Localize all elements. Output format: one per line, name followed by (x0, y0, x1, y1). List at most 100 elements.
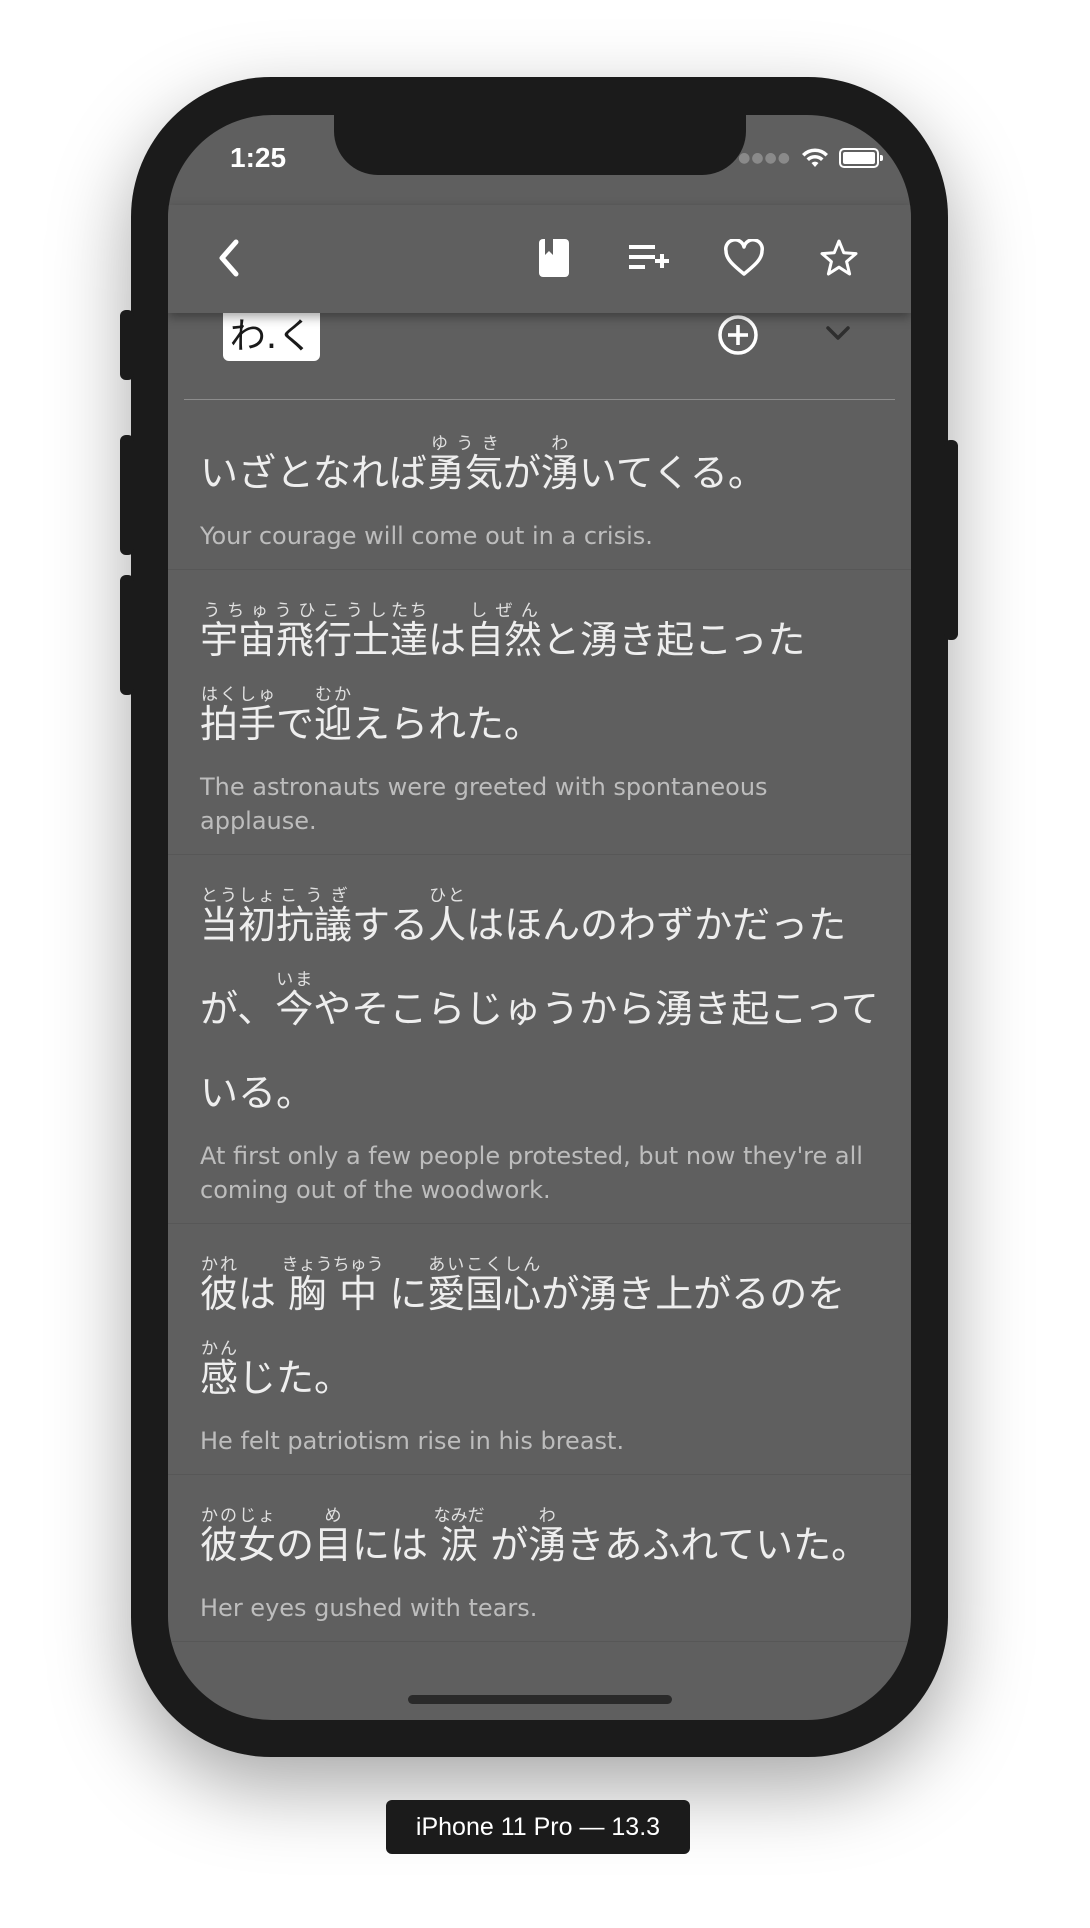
furigana-reading: きょうちゅう (281, 1255, 384, 1275)
furigana-word: 当初とうしょ (200, 886, 277, 947)
japanese-text: いてくる。 (578, 451, 766, 495)
chevron-down-icon[interactable] (822, 317, 854, 349)
japanese-text: する (352, 903, 429, 947)
furigana-word: 愛国心あいこくしん (427, 1255, 542, 1316)
volume-down-button (120, 575, 134, 695)
furigana-reading: うちゅうひこうし (200, 601, 391, 621)
furigana-word: 彼かれ (200, 1255, 239, 1316)
japanese-text: が (502, 451, 541, 495)
book-icon (539, 239, 569, 277)
furigana-reading: しぜん (466, 601, 543, 621)
japanese-sentence: 彼女かのじょの目めには 涙なみだ が湧わきあふれていた。 (200, 1503, 879, 1587)
japanese-text: に (377, 1272, 428, 1316)
entry-header: わ.く (168, 305, 911, 403)
divider (184, 399, 895, 400)
furigana-word: 彼女かのじょ (200, 1506, 277, 1567)
furigana-word: 涙なみだ (433, 1506, 485, 1567)
furigana-word: 拍手はくしゅ (200, 685, 277, 746)
sentence-item[interactable]: いざとなれば勇気ゆうきが湧わいてくる。 Your courage will com… (168, 403, 911, 570)
furigana-reading: ゆうき (426, 434, 503, 454)
japanese-text: えられた。 (352, 702, 543, 746)
sentence-item[interactable]: 宇宙飛行士うちゅうひこうし達たちは自然しぜんと湧き起こった拍手はくしゅで迎むかえ… (168, 570, 911, 855)
japanese-text: き (566, 1523, 605, 1567)
furigana-reading: いま (275, 970, 314, 990)
furigana-reading: むか (314, 685, 353, 705)
japanese-text: には (352, 1523, 441, 1567)
english-translation: The astronauts were greeted with spontan… (200, 773, 768, 835)
chevron-left-icon (219, 239, 239, 277)
furigana-word: 感かん (200, 1339, 239, 1400)
furigana-word: 勇気ゆうき (426, 434, 503, 495)
japanese-text: あふれていた。 (604, 1523, 870, 1567)
furigana-reading: わ (528, 1506, 567, 1526)
japanese-text: が湧き上がるのを (541, 1272, 846, 1316)
japanese-text: の (276, 1523, 315, 1567)
notch (334, 115, 746, 175)
power-button (944, 440, 958, 640)
furigana-reading: かん (200, 1339, 239, 1359)
furigana-word: 抗議こうぎ (276, 886, 353, 947)
furigana-reading: かれ (200, 1255, 239, 1275)
sentence-item[interactable]: 彼かれは 胸中きょうちゅう に愛国心あいこくしんが湧き上がるのを感かんじた。 He… (168, 1224, 911, 1475)
app-bar (168, 205, 911, 313)
english-translation: Her eyes gushed with tears. (200, 1594, 538, 1622)
furigana-word: 湧わ (528, 1506, 567, 1567)
furigana-reading: わ (540, 434, 579, 454)
add-circle-icon[interactable] (716, 313, 760, 357)
status-time: 1:25 (230, 142, 287, 173)
cellular-signal-icon: ●●●● (738, 150, 791, 166)
wifi-icon (802, 148, 828, 167)
furigana-reading: なみだ (433, 1506, 485, 1526)
sentence-list[interactable]: わ.く いざとなれば勇気ゆうきが湧わいてくる。 Your courage will… (168, 305, 911, 1642)
reading-chip[interactable]: わ.く (223, 305, 320, 361)
furigana-word: 迎むか (314, 685, 353, 746)
japanese-sentence: 宇宙飛行士うちゅうひこうし達たちは自然しぜんと湧き起こった拍手はくしゅで迎むかえ… (200, 598, 879, 766)
book-button[interactable] (531, 235, 577, 281)
home-indicator (408, 1695, 672, 1704)
status-icons: ●●●● (738, 147, 883, 169)
device-label: iPhone 11 Pro — 13.3 (386, 1800, 690, 1854)
japanese-text: が (478, 1523, 529, 1567)
furigana-reading: ひと (428, 886, 467, 906)
furigana-word: 湧わ (540, 434, 579, 495)
furigana-reading: たち (390, 601, 429, 621)
star-icon (820, 239, 858, 276)
english-translation: At first only a few people protested, bu… (200, 1142, 863, 1204)
volume-up-button (120, 435, 134, 555)
back-button[interactable] (206, 235, 252, 281)
furigana-word: 胸中きょうちゅう (281, 1255, 384, 1316)
japanese-text: は (238, 1272, 289, 1316)
add-to-list-button[interactable] (626, 235, 672, 281)
english-translation: Your courage will come out in a crisis. (200, 522, 653, 550)
furigana-reading: こうぎ (276, 886, 353, 906)
furigana-reading: あいこくしん (427, 1255, 542, 1275)
japanese-text: と湧き起こった (542, 618, 806, 662)
japanese-text: は (428, 618, 467, 662)
furigana-word: 達たち (390, 601, 429, 662)
sentence-item[interactable]: 彼女かのじょの目めには 涙なみだ が湧わきあふれていた。 Her eyes gus… (168, 1475, 911, 1642)
heart-icon (724, 239, 764, 276)
playlist-add-icon (629, 245, 669, 269)
furigana-reading: はくしゅ (200, 685, 277, 705)
furigana-reading: め (314, 1506, 353, 1526)
japanese-sentence: 当初とうしょ抗議こうぎする人ひとはほんのわずかだったが、今いまやそこらじゅうから… (200, 883, 879, 1135)
sentence-item[interactable]: 当初とうしょ抗議こうぎする人ひとはほんのわずかだったが、今いまやそこらじゅうから… (168, 855, 911, 1224)
furigana-word: 人ひと (428, 886, 467, 947)
star-button[interactable] (816, 235, 862, 281)
japanese-text: いざとなれば (200, 451, 427, 495)
japanese-text: や (313, 987, 352, 1031)
battery-icon (839, 148, 883, 168)
japanese-sentence: いざとなれば勇気ゆうきが湧わいてくる。 (200, 431, 879, 515)
english-translation: He felt patriotism rise in his breast. (200, 1427, 625, 1455)
sentences-container: いざとなれば勇気ゆうきが湧わいてくる。 Your courage will com… (168, 403, 911, 1642)
silent-switch (120, 310, 134, 380)
screen: 1:25 ●●●● わ.く いざとなれば勇気ゆうきが湧わいてくる。 Your c… (168, 115, 911, 1720)
furigana-reading: かのじょ (200, 1506, 277, 1526)
japanese-text: じた。 (238, 1356, 353, 1400)
japanese-text: で (276, 702, 315, 746)
favorite-button[interactable] (721, 235, 767, 281)
japanese-sentence: 彼かれは 胸中きょうちゅう に愛国心あいこくしんが湧き上がるのを感かんじた。 (200, 1252, 879, 1420)
furigana-word: 目め (314, 1506, 353, 1567)
furigana-word: 今いま (275, 970, 314, 1031)
furigana-word: 自然しぜん (466, 601, 543, 662)
